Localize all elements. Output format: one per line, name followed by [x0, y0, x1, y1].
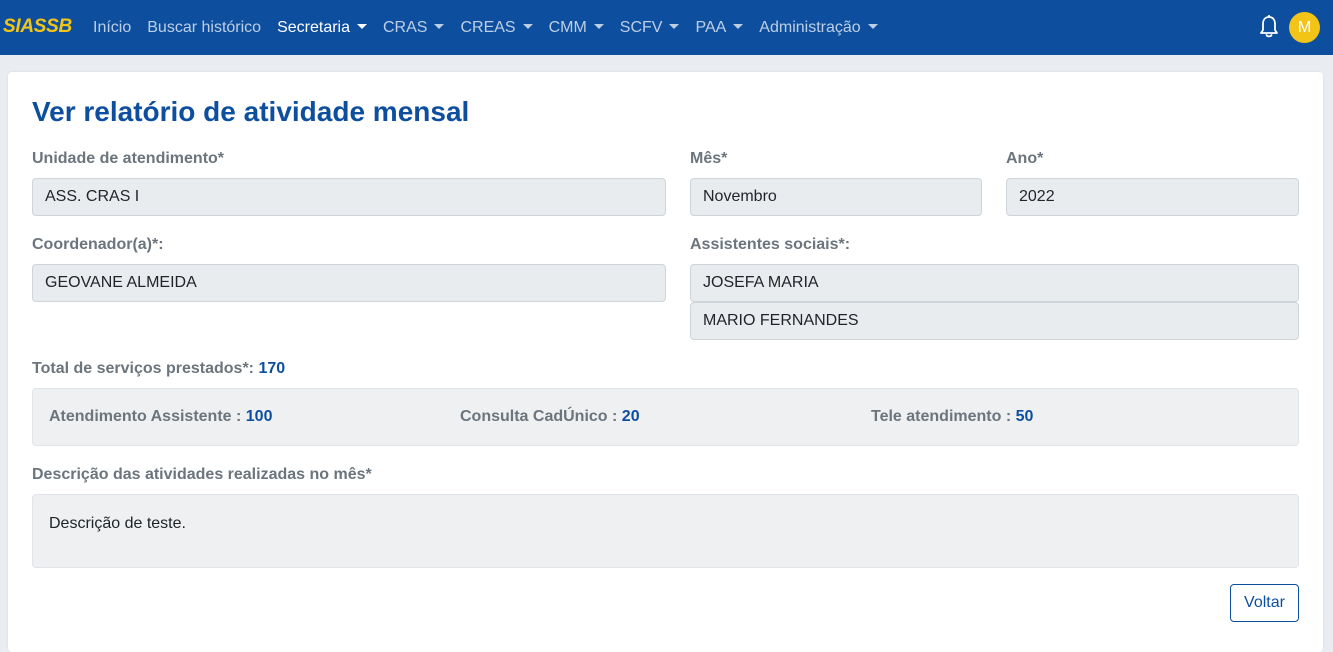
service-label: Consulta CadÚnico :	[460, 408, 618, 425]
nav-item-cmm[interactable]: CMM	[541, 0, 612, 55]
nav-item-paa[interactable]: PAA	[687, 0, 751, 55]
nav-item-label: CRAS	[383, 18, 428, 36]
nav-item-label: Administração	[759, 18, 861, 36]
assistente-field-2[interactable]: MARIO FERNANDES	[690, 302, 1299, 340]
mes-field[interactable]: Novembro	[690, 178, 982, 216]
unidade-field[interactable]: ASS. CRAS I	[32, 178, 666, 216]
caret-down-icon	[669, 24, 680, 29]
caret-down-icon	[733, 24, 744, 29]
service-label: Tele atendimento :	[871, 408, 1012, 425]
nav-item-secretaria[interactable]: Secretaria	[269, 0, 375, 55]
nav-item-inicio[interactable]: Início	[85, 0, 139, 55]
nav-item-scfv[interactable]: SCFV	[612, 0, 688, 55]
service-consulta-cadunico: Consulta CadÚnico : 20	[460, 408, 640, 426]
caret-down-icon	[593, 24, 604, 29]
top-navbar: SIASSB Início Buscar histórico Secretari…	[0, 0, 1333, 55]
service-atendimento-assistente: Atendimento Assistente : 100	[49, 408, 272, 426]
service-label: Atendimento Assistente :	[49, 408, 242, 425]
mes-label: Mês*	[690, 150, 728, 167]
total-servicos: Total de serviços prestados*: 170	[32, 360, 285, 378]
nav-item-label: CREAS	[460, 18, 516, 36]
coordenador-field[interactable]: GEOVANE ALMEIDA	[32, 264, 666, 302]
ano-label: Ano*	[1006, 150, 1044, 167]
page-title: Ver relatório de atividade mensal	[32, 96, 470, 127]
assistente-field-1[interactable]: JOSEFA MARIA	[690, 264, 1299, 302]
assistentes-label: Assistentes sociais*:	[690, 236, 851, 253]
nav-item-label: Buscar histórico	[147, 18, 262, 36]
caret-down-icon	[867, 24, 878, 29]
avatar[interactable]: M	[1289, 12, 1320, 43]
total-servicos-value: 170	[258, 360, 286, 377]
coordenador-label: Coordenador(a)*:	[32, 236, 164, 253]
nav-item-label: Início	[93, 18, 132, 36]
nav-item-label: PAA	[695, 18, 727, 36]
service-value: 100	[245, 408, 273, 425]
nav-item-administracao[interactable]: Administração	[751, 0, 885, 55]
voltar-button[interactable]: Voltar	[1230, 584, 1299, 622]
descricao-label: Descrição das atividades realizadas no m…	[32, 466, 372, 483]
nav-item-creas[interactable]: CREAS	[452, 0, 540, 55]
descricao-field[interactable]: Descrição de teste.	[32, 494, 1299, 568]
service-value: 50	[1015, 408, 1034, 425]
nav-item-cras[interactable]: CRAS	[375, 0, 452, 55]
services-summary: Atendimento Assistente : 100 Consulta Ca…	[32, 388, 1299, 446]
service-value: 20	[621, 408, 640, 425]
brand-logo[interactable]: SIASSB	[3, 16, 72, 38]
caret-down-icon	[357, 24, 367, 29]
service-tele-atendimento: Tele atendimento : 50	[871, 408, 1033, 426]
caret-down-icon	[522, 24, 533, 29]
nav-item-label: CMM	[548, 18, 587, 36]
nav-item-label: SCFV	[619, 18, 663, 36]
total-servicos-label: Total de serviços prestados*:	[32, 360, 254, 377]
ano-field[interactable]: 2022	[1006, 178, 1299, 216]
nav-menu: Início Buscar histórico Secretaria CRAS …	[85, 0, 886, 55]
nav-item-label: Secretaria	[277, 18, 350, 36]
bell-icon[interactable]	[1259, 15, 1279, 39]
caret-down-icon	[434, 24, 445, 29]
unidade-label: Unidade de atendimento*	[32, 150, 225, 167]
nav-item-buscar-historico[interactable]: Buscar histórico	[139, 0, 269, 55]
